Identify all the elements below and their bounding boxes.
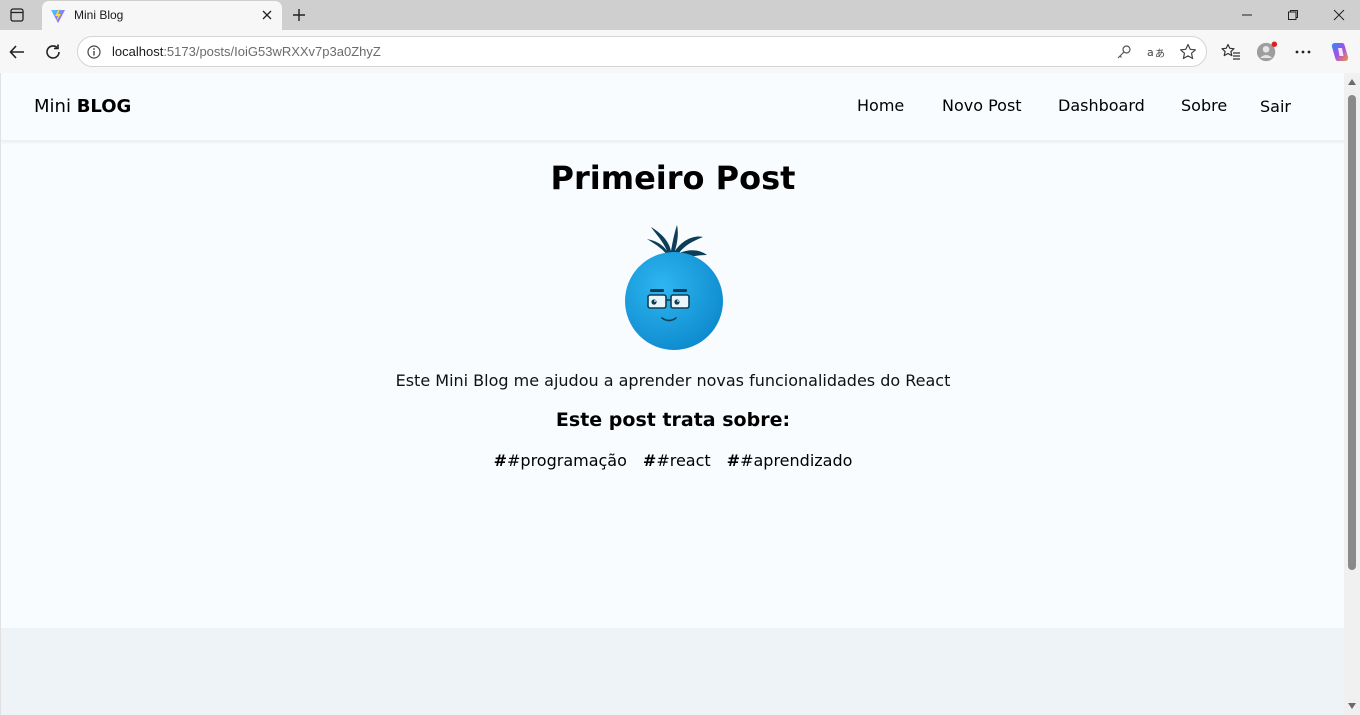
new-tab-icon[interactable] bbox=[289, 5, 309, 25]
page-viewport: Mini BLOG Home Novo Post Dashboard Sobre… bbox=[0, 73, 1344, 715]
nav-link-novo-post[interactable]: Novo Post bbox=[942, 96, 1022, 115]
url-path: :5173/posts/IoiG53wRXXv7p3a0ZhyZ bbox=[163, 44, 381, 59]
minimize-icon[interactable] bbox=[1224, 0, 1270, 30]
browser-tab-bar: Mini Blog bbox=[0, 0, 1360, 30]
nav-link-home[interactable]: Home bbox=[857, 96, 904, 115]
tag-item: ##programação bbox=[494, 451, 627, 470]
post-title: Primeiro Post bbox=[550, 159, 796, 197]
scroll-up-arrow-icon[interactable] bbox=[1348, 79, 1356, 85]
tag-hash-symbol: # bbox=[493, 451, 507, 470]
site-info-icon[interactable] bbox=[86, 44, 102, 60]
restore-icon[interactable] bbox=[1270, 0, 1316, 30]
svg-text:あ: あ bbox=[1155, 48, 1165, 60]
brand-logo[interactable]: Mini BLOG bbox=[34, 96, 131, 117]
site-footer bbox=[1, 628, 1344, 715]
url-text[interactable]: localhost:5173/posts/IoiG53wRXXv7p3a0Zhy… bbox=[112, 44, 381, 59]
browser-tab-active[interactable]: Mini Blog bbox=[42, 1, 282, 30]
site-navbar: Mini BLOG Home Novo Post Dashboard Sobre… bbox=[1, 73, 1344, 141]
favorite-star-icon[interactable] bbox=[1179, 43, 1197, 61]
tag-hash-symbol: # bbox=[726, 451, 741, 470]
tag-text: #programação bbox=[507, 451, 627, 470]
url-host: localhost bbox=[112, 44, 164, 59]
post-tags-heading: Este post trata sobre: bbox=[555, 409, 791, 431]
mascot-avatar-icon bbox=[613, 221, 733, 351]
tag-text: #react bbox=[656, 451, 711, 470]
brand-bold-text: BLOG bbox=[76, 96, 132, 117]
translate-icon[interactable]: aあ bbox=[1147, 43, 1165, 61]
brand-light-text: Mini bbox=[34, 96, 71, 117]
svg-text:a: a bbox=[1147, 46, 1154, 59]
more-menu-icon[interactable] bbox=[1292, 41, 1314, 63]
browser-toolbar: localhost:5173/posts/IoiG53wRXXv7p3a0Zhy… bbox=[0, 30, 1360, 73]
tag-hash-symbol: # bbox=[642, 451, 657, 470]
tag-item: ##react bbox=[643, 451, 711, 470]
nav-link-sobre[interactable]: Sobre bbox=[1181, 96, 1227, 115]
close-tab-icon[interactable] bbox=[260, 8, 274, 22]
nav-link-dashboard[interactable]: Dashboard bbox=[1058, 96, 1145, 115]
back-icon[interactable] bbox=[6, 41, 28, 63]
post-body: Este Mini Blog me ajudou a aprender nova… bbox=[395, 371, 951, 390]
tag-text: #aprendizado bbox=[740, 451, 853, 470]
vertical-scrollbar[interactable] bbox=[1344, 73, 1360, 715]
address-bar[interactable]: localhost:5173/posts/IoiG53wRXXv7p3a0Zhy… bbox=[77, 36, 1207, 67]
scrollbar-thumb[interactable] bbox=[1348, 95, 1356, 570]
scroll-down-arrow-icon[interactable] bbox=[1348, 703, 1356, 709]
tab-actions-icon[interactable] bbox=[8, 6, 26, 24]
post-tags: ##programação ##react ##aprendizado bbox=[1, 451, 1344, 470]
logout-button[interactable]: Sair bbox=[1260, 97, 1291, 116]
reload-icon[interactable] bbox=[42, 41, 64, 63]
vite-logo-icon bbox=[50, 8, 66, 24]
tab-title: Mini Blog bbox=[74, 8, 124, 22]
favorites-icon[interactable] bbox=[1220, 41, 1242, 63]
password-key-icon[interactable] bbox=[1115, 43, 1133, 61]
close-window-icon[interactable] bbox=[1316, 0, 1360, 30]
copilot-icon[interactable] bbox=[1329, 41, 1351, 63]
tag-item: ##aprendizado bbox=[727, 451, 853, 470]
profile-avatar-icon[interactable] bbox=[1256, 41, 1278, 63]
